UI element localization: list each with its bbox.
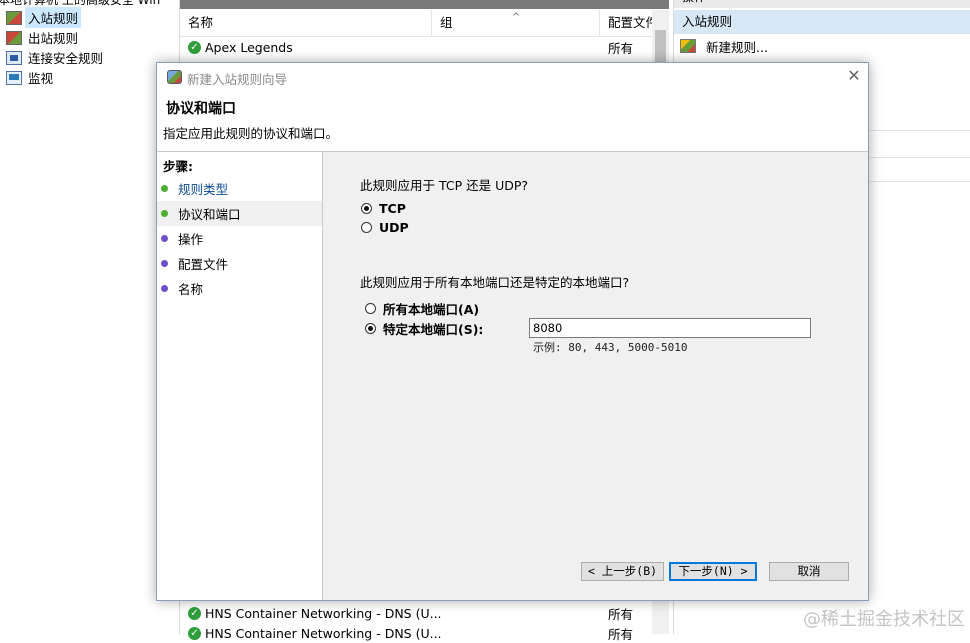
step-label: 名称 xyxy=(178,282,204,297)
tree-item-monitor[interactable]: 监视 xyxy=(6,68,56,87)
dialog-header: 协议和端口 指定应用此规则的协议和端口。 xyxy=(157,91,868,152)
step-pending-icon xyxy=(161,260,168,267)
step-pending-icon xyxy=(161,235,168,242)
step-label: 操作 xyxy=(178,232,204,247)
step-name[interactable]: 名称 xyxy=(157,276,322,301)
step-label: 配置文件 xyxy=(178,257,229,272)
check-icon: ✓ xyxy=(188,626,201,640)
port-question: 此规则应用于所有本地端口还是特定的本地端口? xyxy=(360,275,630,290)
cancel-button[interactable]: 取消 xyxy=(769,562,849,581)
new-rule-icon xyxy=(680,39,696,53)
sort-arrow-icon: ^ xyxy=(512,12,521,23)
actions-section-inbound-rules[interactable]: 入站规则 xyxy=(674,10,970,34)
steps-title: 步骤: xyxy=(163,159,193,174)
column-header-name[interactable]: 名称 xyxy=(180,10,432,36)
divider xyxy=(870,157,970,158)
step-profile[interactable]: 配置文件 xyxy=(157,251,322,276)
tree-item-label: 监视 xyxy=(28,71,54,86)
row-profile: 所有 xyxy=(608,606,634,622)
connection-security-icon xyxy=(6,50,22,65)
radio-button-tcp[interactable] xyxy=(361,203,372,214)
divider xyxy=(870,130,970,131)
radio-udp[interactable]: UDP xyxy=(361,220,409,235)
outbound-rules-icon xyxy=(6,30,22,45)
row-profile: 所有 xyxy=(608,40,634,56)
navigation-tree: 本地计算机 上的高级安全 Win 入站规则 出站规则 连接安全规则 监视 xyxy=(0,0,176,634)
dialog-title-bar[interactable]: 新建入站规则向导 ✕ xyxy=(157,63,868,91)
tree-item-outbound-rules[interactable]: 出站规则 xyxy=(6,28,81,47)
table-row[interactable]: ✓ Apex Legends 所有 xyxy=(180,37,652,57)
actions-pane-title: 操作 xyxy=(674,0,970,8)
step-label: 规则类型 xyxy=(178,182,229,197)
radio-button-all-ports[interactable] xyxy=(365,303,376,314)
firewall-icon xyxy=(167,70,182,84)
step-rule-type[interactable]: 规则类型 xyxy=(157,176,322,201)
table-row[interactable]: ✓ HNS Container Networking - DNS (U... 所有 xyxy=(180,603,652,623)
row-name: HNS Container Networking - DNS (U... xyxy=(205,625,442,641)
radio-button-udp[interactable] xyxy=(361,222,372,233)
new-inbound-rule-wizard: 新建入站规则向导 ✕ 协议和端口 指定应用此规则的协议和端口。 步骤: 规则类型… xyxy=(156,62,869,601)
table-row[interactable]: ✓ HNS Container Networking - DNS (U... 所有 xyxy=(180,623,652,643)
radio-specific-local-ports[interactable]: 特定本地端口(S): xyxy=(365,319,483,338)
radio-label-tcp: TCP xyxy=(379,201,406,216)
wizard-steps: 步骤: 规则类型 协议和端口 操作 配置文件 名称 xyxy=(157,152,323,600)
page-title: 协议和端口 xyxy=(166,101,236,117)
monitor-icon xyxy=(6,70,22,85)
radio-tcp[interactable]: TCP xyxy=(361,201,406,216)
row-name: HNS Container Networking - DNS (U... xyxy=(205,605,442,621)
row-profile: 所有 xyxy=(608,626,634,642)
specific-ports-input[interactable]: 8080 xyxy=(529,318,811,338)
radio-label-udp: UDP xyxy=(379,220,409,235)
tree-item-inbound-rules[interactable]: 入站规则 xyxy=(6,7,82,28)
inbound-rules-icon xyxy=(6,10,22,25)
column-header-profile[interactable]: 配置文件 xyxy=(600,10,652,36)
protocol-question: 此规则应用于 TCP 还是 UDP? xyxy=(360,178,529,193)
new-rule-label: 新建规则... xyxy=(706,39,768,55)
close-icon[interactable]: ✕ xyxy=(846,67,862,85)
step-action[interactable]: 操作 xyxy=(157,226,322,251)
check-icon: ✓ xyxy=(188,606,201,620)
step-label: 协议和端口 xyxy=(178,207,241,222)
dialog-title: 新建入站规则向导 xyxy=(187,72,288,87)
list-title-bar xyxy=(180,0,669,9)
list-column-header: 名称 组 ^ 配置文件 xyxy=(180,10,652,37)
step-done-icon xyxy=(161,185,168,192)
divider xyxy=(870,181,970,182)
wizard-content: 此规则应用于 TCP 还是 UDP? TCP UDP 此规则应用于所有本地端口还… xyxy=(323,152,868,600)
radio-label-all-ports: 所有本地端口(A) xyxy=(383,302,480,317)
new-rule-action[interactable]: 新建规则... xyxy=(680,36,768,56)
radio-label-specific-ports: 特定本地端口(S): xyxy=(383,322,484,337)
step-protocol-and-ports[interactable]: 协议和端口 xyxy=(157,201,322,226)
step-pending-icon xyxy=(161,285,168,292)
port-example-hint: 示例: 80, 443, 5000-5010 xyxy=(533,341,688,354)
radio-all-local-ports[interactable]: 所有本地端口(A) xyxy=(365,299,479,318)
check-icon: ✓ xyxy=(188,40,201,54)
row-name: Apex Legends xyxy=(205,39,293,55)
tree-item-label: 出站规则 xyxy=(28,31,79,46)
radio-button-specific-ports[interactable] xyxy=(365,323,376,334)
tree-item-label: 入站规则 xyxy=(25,7,82,28)
next-button[interactable]: 下一步(N) > xyxy=(669,562,757,581)
watermark: @稀土掘金技术社区 xyxy=(803,609,965,630)
back-button[interactable]: < 上一步(B) xyxy=(581,562,664,581)
step-current-icon xyxy=(161,210,168,217)
tree-item-connection-security-rules[interactable]: 连接安全规则 xyxy=(6,48,106,67)
page-subtitle: 指定应用此规则的协议和端口。 xyxy=(163,126,339,141)
tree-item-label: 连接安全规则 xyxy=(28,51,104,66)
